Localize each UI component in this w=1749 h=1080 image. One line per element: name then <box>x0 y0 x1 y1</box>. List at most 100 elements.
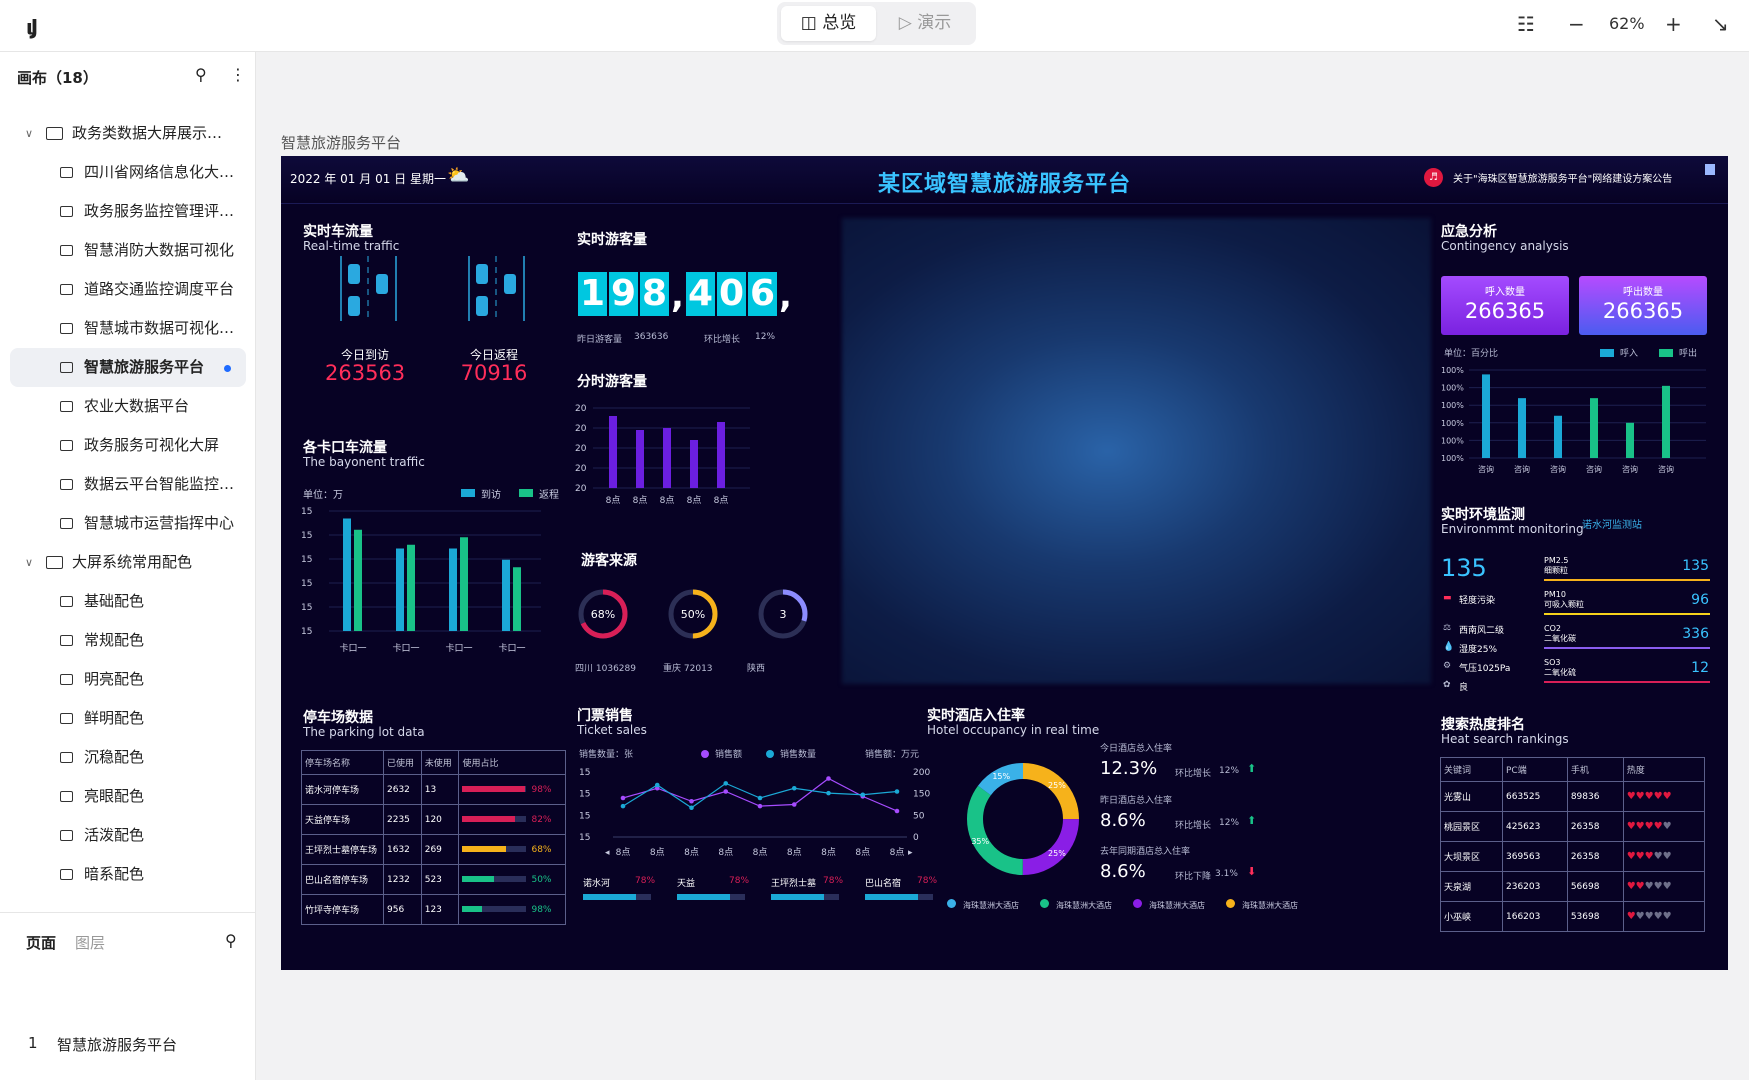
bayonet-unit: 单位：万 <box>303 490 343 501</box>
table-cell: 166203 <box>1502 901 1568 932</box>
tree-page-item[interactable]: 智慧旅游服务平台 <box>10 348 246 387</box>
tree-page-item[interactable]: 农业大数据平台 <box>0 387 256 426</box>
x-tick-label: 8点 <box>753 847 768 858</box>
usage-pct: 50% <box>531 874 552 885</box>
tree-page-item[interactable]: 道路交通监控调度平台 <box>0 270 256 309</box>
tab-layers[interactable]: 图层 <box>75 932 105 953</box>
tree-item-label: 活泼配色 <box>84 826 145 844</box>
flame-icon: ♥ <box>1653 791 1663 802</box>
slice-label: 35% <box>971 837 989 846</box>
tree-page-item[interactable]: 暗系配色 <box>0 855 256 894</box>
tree-item-label: 明亮配色 <box>84 670 145 688</box>
hourly-title: 分时游客量 <box>577 374 647 390</box>
tree-item-label: 鲜明配色 <box>84 709 145 727</box>
tree-page-item[interactable]: 四川省网络信息化大数... <box>0 153 256 192</box>
tree-item-label: 智慧城市运营指挥中心 <box>84 514 235 532</box>
arrive-value: 263563 <box>325 361 406 385</box>
mode-switch: ◫ 总览 ▷ 演示 <box>777 2 976 45</box>
arrow-up-icon: ⬆ <box>1247 814 1257 827</box>
settings-sliders-icon[interactable]: ☷ <box>1517 12 1535 36</box>
line-point <box>894 789 900 794</box>
y-left-tick: 15 <box>579 768 590 778</box>
table-cell: 巴山名宿停车场 <box>301 864 384 895</box>
play-icon: ▷ <box>898 13 918 33</box>
zoom-out-button[interactable]: − <box>1568 12 1585 36</box>
flame-icon: ♥ <box>1626 851 1636 862</box>
bar <box>663 428 671 488</box>
bayonet-title: 各卡口车流量 <box>303 440 387 456</box>
page-list-item[interactable]: 智慧旅游服务平台 <box>57 1034 177 1055</box>
tab-pages[interactable]: 页面 <box>26 932 56 953</box>
line-point <box>791 785 797 791</box>
tree-folder[interactable]: ∨ 大屏系统常用配色 <box>0 543 256 582</box>
y-tick-label: 15 <box>301 531 312 541</box>
tree-page-item[interactable]: 智慧城市运营指挥中心 <box>0 504 256 543</box>
y-right-tick: 50 <box>913 811 925 821</box>
outgoing-value: 266365 <box>1602 299 1684 323</box>
table-cell: 大坝景区 <box>1440 841 1503 872</box>
source-label-3: 陕西 <box>747 664 766 674</box>
tree-page-item[interactable]: 亮眼配色 <box>0 777 256 816</box>
bar-arrive <box>343 518 351 631</box>
line-point <box>860 792 866 798</box>
tree-page-item[interactable]: 基础配色 <box>0 582 256 621</box>
tree-folder[interactable]: ∨ 政务类数据大屏展示系统 <box>0 114 256 153</box>
tree-item-label: 数据云平台智能监控系统 <box>84 475 246 493</box>
page-icon <box>60 635 73 646</box>
source-label-1: 四川 1036289 <box>575 664 636 674</box>
flame-icon: ♥ <box>1644 911 1654 922</box>
tree-page-item[interactable]: 数据云平台智能监控系统 <box>0 465 256 504</box>
present-tab[interactable]: ▷ 演示 <box>880 6 970 41</box>
station-link[interactable]: 诺水河监测站 <box>1582 516 1642 531</box>
pressure-text: 气压1025Pa <box>1459 664 1511 674</box>
page-icon <box>60 713 73 724</box>
x-tick-label: 卡口一 <box>339 642 366 654</box>
tickets-left-unit: 销售数量：张 <box>579 750 634 760</box>
collapse-icon[interactable]: ↘ <box>1712 12 1729 36</box>
corner-icon <box>1705 164 1715 175</box>
tree-page-item[interactable]: 鲜明配色 <box>0 699 256 738</box>
tree-page-item[interactable]: 常规配色 <box>0 621 256 660</box>
zoom-level[interactable]: 62% <box>1609 12 1645 36</box>
tree-page-item[interactable]: 政务服务可视化大屏 <box>0 426 256 465</box>
app-logo[interactable]: ιJ <box>26 15 38 39</box>
tree-page-item[interactable]: 明亮配色 <box>0 660 256 699</box>
tree-page-item[interactable]: 政务服务监控管理评价... <box>0 192 256 231</box>
frame-label[interactable]: 智慧旅游服务平台 <box>281 132 401 153</box>
header-cell: 已使用 <box>383 750 422 775</box>
dashboard-artboard[interactable]: 2022 年 01 月 01 日 星期一 ⛅ 某区域智慧旅游服务平台 ♬ 关于"… <box>281 156 1728 970</box>
tree-item-label: 农业大数据平台 <box>84 397 190 415</box>
chevron-down-icon[interactable]: ∨ <box>25 114 33 153</box>
bar-arrive <box>502 559 510 631</box>
y-tick-label: 100% <box>1441 401 1464 410</box>
usage-bar-fill <box>462 816 515 822</box>
source-label-2: 重庆 72013 <box>663 664 713 674</box>
ticket-progress-fill <box>583 894 637 900</box>
more-icon[interactable]: ⋮ <box>230 65 246 84</box>
overview-tab[interactable]: ◫ 总览 <box>781 6 876 41</box>
notice-text[interactable]: 关于"海珠区智慧旅游服务平台"网络建设方案公告 <box>1453 170 1672 185</box>
env-key: PM2.5 <box>1544 556 1569 565</box>
folder-icon <box>46 127 63 140</box>
search-icon[interactable]: ⚲ <box>225 931 237 950</box>
tree-page-item[interactable]: 智慧消防大数据可视化 <box>0 231 256 270</box>
tree-page-item[interactable]: 智慧城市数据可视化展... <box>0 309 256 348</box>
table-row: 天益停车场 2235 120 82% <box>301 804 566 835</box>
chevron-down-icon[interactable]: ∨ <box>25 543 33 582</box>
tree-page-item[interactable]: 沉稳配色 <box>0 738 256 777</box>
bar-return <box>354 529 362 631</box>
tree-item-label: 智慧城市数据可视化展... <box>84 319 246 337</box>
tree-item-label: 亮眼配色 <box>84 787 145 805</box>
search-icon[interactable]: ⚲ <box>195 65 207 84</box>
hotel-last-value: 8.6% <box>1100 861 1146 882</box>
y-tick-label: 100% <box>1441 384 1464 393</box>
zoom-in-button[interactable]: + <box>1665 12 1682 36</box>
flame-icon: ♥ <box>1635 851 1645 862</box>
usage-cell: 98% <box>458 774 566 805</box>
bar-return <box>513 567 521 631</box>
table-cell: 诺水河停车场 <box>301 774 384 805</box>
road-car-icon <box>468 256 525 321</box>
line-point <box>689 798 694 804</box>
tree-page-item[interactable]: 活泼配色 <box>0 816 256 855</box>
humidity-icon: 💧 <box>1443 642 1455 652</box>
